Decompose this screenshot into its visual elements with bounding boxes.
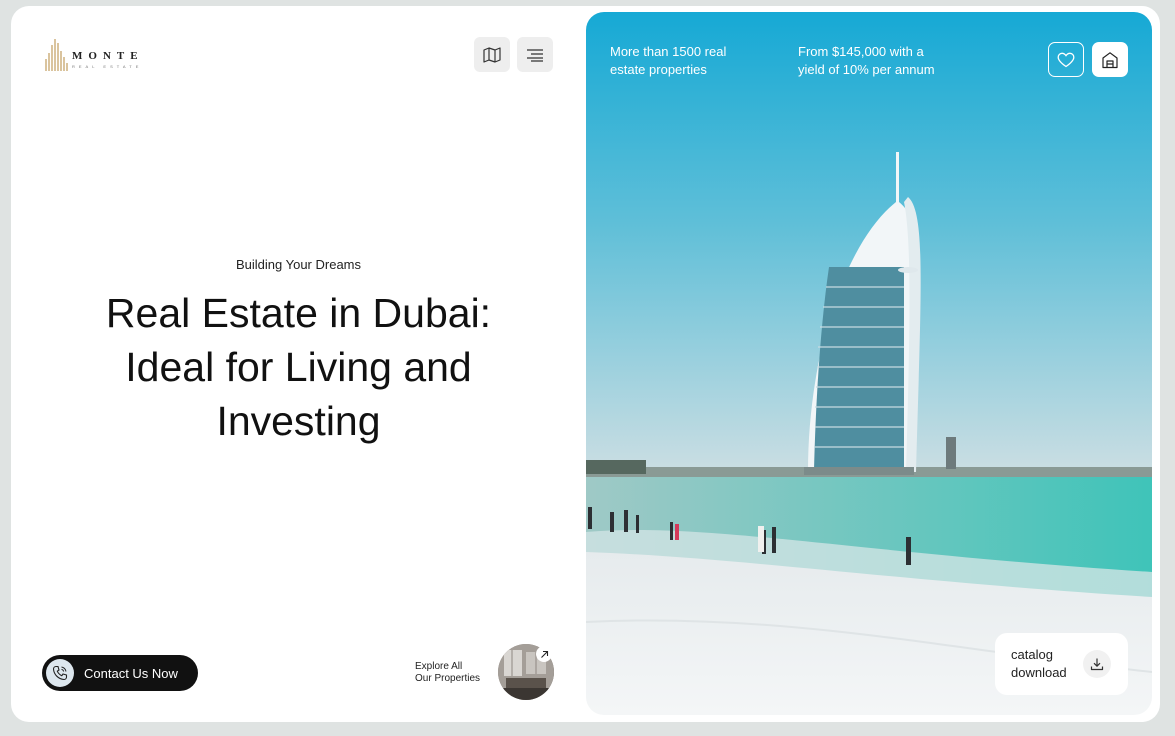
hero-title-line-2: Ideal for Living and [125, 344, 472, 390]
catalog-line-2: download [1011, 665, 1067, 680]
contact-us-button[interactable]: Contact Us Now [42, 655, 198, 691]
catalog-download-button[interactable]: catalog download [995, 633, 1128, 695]
map-button[interactable] [474, 37, 510, 72]
explore-properties-link[interactable]: Explore All Our Properties [415, 661, 480, 685]
hero-title-line-3: Investing [216, 398, 381, 444]
menu-icon [527, 48, 543, 62]
catalog-line-1: catalog [1011, 647, 1053, 662]
hero-title-line-1: Real Estate in Dubai: [105, 290, 492, 336]
map-icon [483, 46, 501, 63]
stat-yield-line-1: From $145,000 with a [798, 44, 924, 59]
heart-icon [1057, 52, 1075, 67]
explore-line-1: Explore All [415, 661, 463, 672]
burj-al-arab-beach-image [586, 12, 1152, 715]
house-icon [1102, 51, 1118, 68]
brand-tagline: REAL ESTATE [72, 64, 143, 69]
hero-kicker: Building Your Dreams [235, 257, 362, 272]
stat-properties-line-2: estate properties [610, 62, 707, 77]
arrow-up-right-icon [536, 646, 552, 662]
building-logo-icon [45, 39, 68, 71]
favorite-button[interactable] [1048, 42, 1084, 77]
download-icon [1083, 650, 1111, 678]
brand-logo[interactable]: MONTE REAL ESTATE [44, 37, 164, 73]
phone-icon [46, 659, 74, 687]
page-card: MONTE REAL ESTATE Building Your Dreams R… [11, 6, 1160, 722]
stat-yield-line-2: yield of 10% per annum [798, 62, 935, 77]
hero-photo: More than 1500 real estate properties Fr… [586, 12, 1152, 715]
stat-properties: More than 1500 real estate properties [610, 43, 726, 79]
stat-yield: From $145,000 with a yield of 10% per an… [798, 43, 935, 79]
hero-title: Real Estate in Dubai: Ideal for Living a… [51, 286, 546, 448]
contact-us-label: Contact Us Now [84, 665, 178, 681]
menu-button[interactable] [517, 37, 553, 72]
home-button[interactable] [1092, 42, 1128, 77]
explore-line-2: Our Properties [415, 673, 481, 684]
catalog-download-label: catalog download [1011, 646, 1077, 682]
stat-properties-line-1: More than 1500 real [610, 44, 727, 59]
brand-name: MONTE [72, 50, 144, 62]
